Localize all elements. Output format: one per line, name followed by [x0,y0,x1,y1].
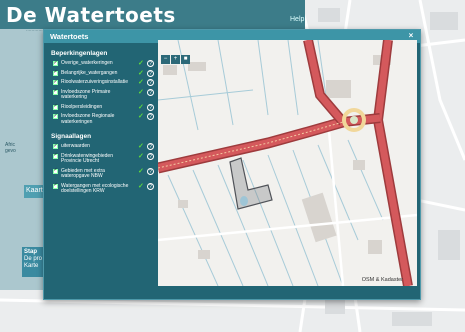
layer-label: uiterwaarden [61,143,90,149]
layer-row: ✓ Gebieden met extra wateropgave NBW ✓? [49,167,156,180]
layer-label: Rioolwaterzuiveringsinstallatie [61,79,128,85]
checkmark-icon: ✓ [138,182,144,190]
layer-label: Gebieden met extra wateropgave NBW [61,167,105,179]
layer-label: Belangrijke_watergangen [61,69,118,76]
app-title: De Watertoets [6,3,176,27]
layer-row: ✓ Overige_waterkeringen ✓? [49,60,156,67]
checkmark-icon: ✓ [138,167,144,175]
checkmark-icon: ✓ [138,69,144,77]
layers-button[interactable]: ■ [181,55,190,64]
layer-checkbox[interactable]: ✓ [53,143,58,149]
watertoets-dialog: Watertoets × Beperkingenlagen ✓ Overige_wa… [43,29,421,300]
layer-row: ✓ Rioolpersleidingen ✓? [49,103,156,111]
layer-row: ✓ uiterwaarden ✓? [49,143,156,150]
info-icon[interactable]: ? [147,88,154,96]
layer-checkbox[interactable]: ✓ [53,168,58,174]
layer-row: ✓ Rioolwaterzuiveringsinstallatie ✓? [49,79,156,86]
info-icon[interactable]: ? [147,143,154,150]
layer-checkbox[interactable]: ✓ [53,183,58,189]
map-view[interactable]: − + ■ OSM & Kadaster [158,40,417,286]
layer-checkbox[interactable]: ✓ [53,70,58,76]
info-icon[interactable]: ? [147,182,154,190]
checkmark-icon: ✓ [138,103,144,111]
map-toolbar: − + ■ [161,55,190,64]
info-icon[interactable]: ? [147,60,154,67]
layer-label: Rioolpersleidingen [61,103,103,110]
map-canvas[interactable] [158,40,417,286]
map-attribution: OSM & Kadaster [361,277,403,283]
layer-row: ✓ Drinkwaterwingebieden Provincie Utrecht… [49,152,156,165]
checkmark-icon: ✓ [138,113,144,120]
zoom-in-button[interactable]: + [171,55,180,64]
info-icon[interactable]: ? [147,167,154,175]
layer-checkbox[interactable]: ✓ [53,104,58,110]
checkmark-icon: ✓ [138,152,144,160]
info-icon[interactable]: ? [147,113,154,120]
help-link[interactable]: Help [290,16,304,26]
layer-checkbox[interactable]: ✓ [53,79,58,85]
layer-label: Drinkwaterwingebieden Provincie Utrecht [61,152,113,164]
checkmark-icon: ✓ [138,79,144,86]
background-side-text: Afric gevo [5,142,16,154]
layer-row: ✓ Invloedszone Regionale waterkeringen ✓? [49,113,156,125]
layer-checkbox[interactable]: ✓ [53,113,58,119]
checkmark-icon: ✓ [138,60,144,67]
layer-label: Watergangen met ecologische doelstelling… [61,182,129,194]
info-icon[interactable]: ? [147,103,154,111]
roundabout-center [350,116,358,124]
checkmark-icon: ✓ [138,88,144,96]
layer-checkbox[interactable]: ✓ [53,60,58,66]
layer-label: Invloedszone Regionale waterkeringen [61,113,115,125]
checkmark-icon: ✓ [138,143,144,150]
dialog-title: Watertoets [50,32,89,41]
info-icon[interactable]: ? [147,79,154,86]
layer-panel: Beperkingenlagen ✓ Overige_waterkeringen ✓?… [49,47,156,277]
layer-row: ✓ Belangrijke_watergangen ✓? [49,69,156,77]
info-icon[interactable]: ? [147,152,154,160]
layer-row: ✓ Invloedszone Primaire waterkering ✓? [49,88,156,101]
step-label: Stap [24,249,38,255]
layer-group-title: Signaallagen [51,133,92,140]
layer-label: Overige_waterkeringen [61,60,113,66]
layer-group-title: Beperkingenlagen [51,50,108,57]
step-text: De pro Karte [24,256,43,269]
water-pond [240,196,248,206]
layer-label: Invloedszone Primaire waterkering [61,88,111,100]
layer-checkbox[interactable]: ✓ [53,89,58,95]
info-icon[interactable]: ? [147,69,154,77]
layer-row: ✓ Watergangen met ecologische doelstellin… [49,182,156,195]
layer-checkbox[interactable]: ✓ [53,153,58,159]
zoom-out-button[interactable]: − [161,55,170,64]
